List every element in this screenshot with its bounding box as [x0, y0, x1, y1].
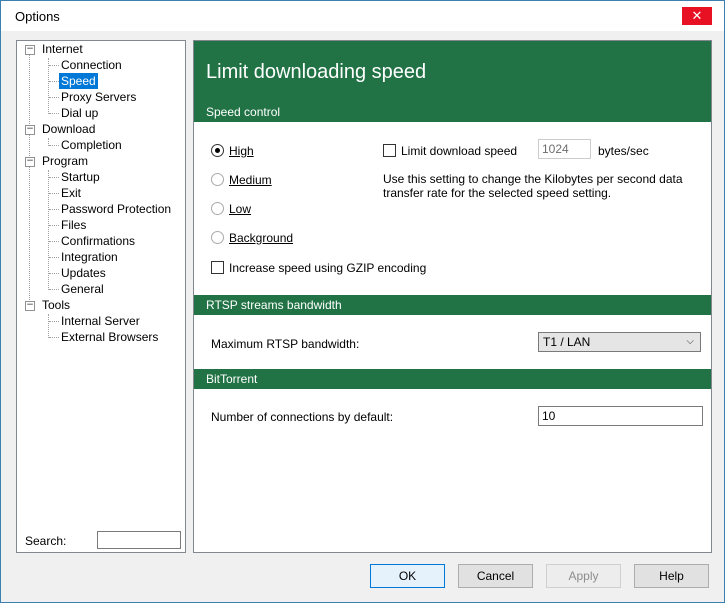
search-label: Search: [25, 534, 67, 548]
tree-item-tools[interactable]: Tools [42, 297, 70, 313]
tree-connector-line [49, 289, 59, 290]
tree-connector-line [48, 314, 49, 338]
tree-connector-line [49, 81, 59, 82]
gzip-checkbox-label[interactable]: Increase speed using GZIP encoding [229, 261, 426, 275]
tree-item-password-protection[interactable]: Password Protection [61, 201, 171, 217]
collapse-icon[interactable]: − [25, 157, 35, 167]
ok-button[interactable]: OK [370, 564, 445, 588]
tree-connector-line [49, 65, 59, 66]
section-header-speed-control: Speed control [194, 102, 711, 122]
radio-low[interactable] [211, 202, 224, 215]
panel-header: Limit downloading speed [194, 41, 711, 102]
tree-item-internet[interactable]: Internet [42, 41, 83, 57]
tree-connector-line [48, 170, 49, 290]
tree-connector-line [29, 54, 30, 310]
apply-button[interactable]: Apply [546, 564, 621, 588]
collapse-icon[interactable]: − [25, 125, 35, 135]
search-input[interactable] [97, 531, 181, 549]
connections-input[interactable]: 10 [538, 406, 703, 426]
close-button[interactable]: ✕ [682, 7, 712, 25]
radio-high[interactable] [211, 144, 224, 157]
rtsp-bandwidth-select[interactable]: T1 / LAN ⌵ [538, 332, 701, 352]
window-title: Options [15, 9, 60, 24]
close-icon: ✕ [691, 8, 703, 23]
tree-connector-line [49, 321, 59, 322]
speed-hint-text: Use this setting to change the Kilobytes… [383, 172, 683, 200]
tree-item-download[interactable]: Download [42, 121, 95, 137]
options-window: Options ✕ − − − − Internet Connection Sp… [0, 0, 725, 603]
tree-item-exit[interactable]: Exit [61, 185, 81, 201]
page-title: Limit downloading speed [206, 61, 427, 83]
rtsp-bandwidth-value: T1 / LAN [543, 335, 591, 349]
settings-panel: Limit downloading speed Speed control Hi… [193, 40, 712, 553]
collapse-icon[interactable]: − [25, 45, 35, 55]
tree-connector-line [49, 97, 59, 98]
tree-item-internal-server[interactable]: Internal Server [61, 313, 140, 329]
radio-low-label[interactable]: Low [229, 202, 251, 216]
rtsp-bandwidth-label: Maximum RTSP bandwidth: [211, 337, 360, 351]
help-button[interactable]: Help [634, 564, 709, 588]
radio-background[interactable] [211, 231, 224, 244]
title-bar: Options ✕ [1, 1, 724, 31]
tree-item-speed[interactable]: Speed [59, 73, 98, 89]
limit-speed-unit: bytes/sec [598, 144, 649, 158]
tree-item-files[interactable]: Files [61, 217, 86, 233]
section-title: Speed control [206, 105, 281, 119]
section-header-rtsp: RTSP streams bandwidth [194, 295, 711, 315]
tree-item-completion[interactable]: Completion [61, 137, 122, 153]
tree-item-general[interactable]: General [61, 281, 104, 297]
tree-item-updates[interactable]: Updates [61, 265, 106, 281]
tree-item-startup[interactable]: Startup [61, 169, 100, 185]
radio-background-label[interactable]: Background [229, 231, 293, 245]
tree-item-external-browsers[interactable]: External Browsers [61, 329, 158, 345]
tree-connector-line [49, 241, 59, 242]
tree-connector-line [49, 209, 59, 210]
tree-item-connection[interactable]: Connection [61, 57, 122, 73]
tree-item-integration[interactable]: Integration [61, 249, 118, 265]
tree-connector-line [49, 193, 59, 194]
options-tree[interactable]: − − − − Internet Connection Speed Proxy … [16, 40, 186, 553]
radio-high-label[interactable]: High [229, 144, 254, 158]
tree-item-confirmations[interactable]: Confirmations [61, 233, 135, 249]
tree-connector-line [49, 273, 59, 274]
tree-connector-line [49, 113, 59, 114]
chevron-down-icon: ⌵ [686, 336, 694, 347]
tree-connector-line [49, 145, 59, 146]
cancel-button[interactable]: Cancel [458, 564, 533, 588]
limit-speed-input[interactable]: 1024 [538, 139, 591, 159]
section-title: BitTorrent [206, 372, 258, 386]
gzip-checkbox[interactable] [211, 261, 224, 274]
connections-label: Number of connections by default: [211, 410, 394, 424]
tree-connector-line [49, 337, 59, 338]
radio-medium[interactable] [211, 173, 224, 186]
tree-connector-line [48, 58, 49, 114]
section-title: RTSP streams bandwidth [206, 298, 342, 312]
tree-item-proxy-servers[interactable]: Proxy Servers [61, 89, 136, 105]
limit-speed-label[interactable]: Limit download speed [401, 144, 517, 158]
tree-connector-line [49, 257, 59, 258]
tree-connector-line [49, 225, 59, 226]
tree-item-program[interactable]: Program [42, 153, 88, 169]
section-header-bittorrent: BitTorrent [194, 369, 711, 389]
tree-connector-line [49, 177, 59, 178]
limit-speed-checkbox[interactable] [383, 144, 396, 157]
collapse-icon[interactable]: − [25, 301, 35, 311]
tree-item-dial-up[interactable]: Dial up [61, 105, 98, 121]
radio-medium-label[interactable]: Medium [229, 173, 272, 187]
